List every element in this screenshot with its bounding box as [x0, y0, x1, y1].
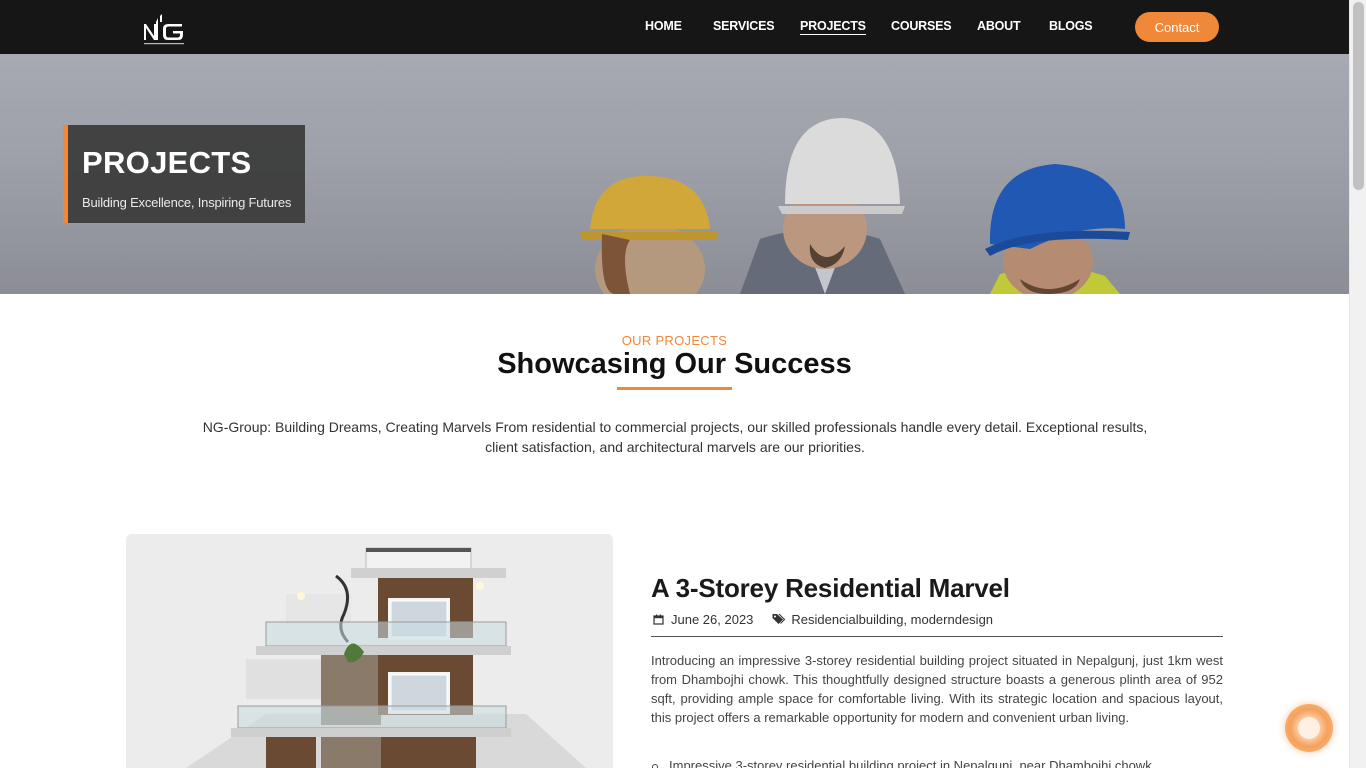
- chat-bubble-icon: [1298, 717, 1320, 739]
- project-divider: [651, 636, 1223, 637]
- project-tags[interactable]: Residencialbuilding, moderndesign: [791, 612, 993, 627]
- building-render-image: [126, 534, 613, 768]
- project-meta: June 26, 2023 Residencialbuilding, moder…: [651, 610, 993, 628]
- section-tag: OUR PROJECTS: [621, 333, 728, 348]
- scrollbar-thumb[interactable]: [1353, 2, 1364, 190]
- list-item: Impressive 3-storey residential building…: [651, 758, 1223, 768]
- hero-banner: PROJECTS Building Excellence, Inspiring …: [0, 54, 1349, 294]
- project-description: Introducing an impressive 3-storey resid…: [651, 653, 1223, 725]
- nav-about[interactable]: ABOUT: [977, 19, 1021, 33]
- navbar: HOME SERVICES PROJECTS COURSES ABOUT BLO…: [0, 0, 1349, 54]
- section-title: Showcasing Our Success: [497, 348, 852, 380]
- page-title: PROJECTS: [82, 145, 252, 180]
- project-highlights: Impressive 3-storey residential building…: [651, 758, 1223, 768]
- project-image[interactable]: [126, 534, 613, 768]
- page-subtitle: Building Excellence, Inspiring Futures: [82, 195, 292, 210]
- nav-courses[interactable]: COURSES: [891, 19, 952, 33]
- hero-title-box: PROJECTS Building Excellence, Inspiring …: [63, 125, 305, 223]
- floating-chat-button[interactable]: [1285, 704, 1333, 752]
- nav-services[interactable]: SERVICES: [713, 19, 775, 33]
- contact-button[interactable]: Contact: [1135, 12, 1219, 42]
- section-divider: [617, 387, 732, 390]
- calendar-icon: [651, 612, 665, 626]
- project-date: June 26, 2023: [671, 611, 754, 627]
- nav-blogs[interactable]: BLOGS: [1049, 19, 1093, 33]
- nav-home[interactable]: HOME: [645, 19, 682, 33]
- project-title[interactable]: A 3-Storey Residential Marvel: [651, 573, 1010, 604]
- tag-icon: [771, 612, 785, 626]
- nav-projects[interactable]: PROJECTS: [800, 19, 866, 35]
- section-description: NG-Group: Building Dreams, Creating Marv…: [202, 419, 1148, 455]
- page-scrollbar[interactable]: [1349, 0, 1366, 768]
